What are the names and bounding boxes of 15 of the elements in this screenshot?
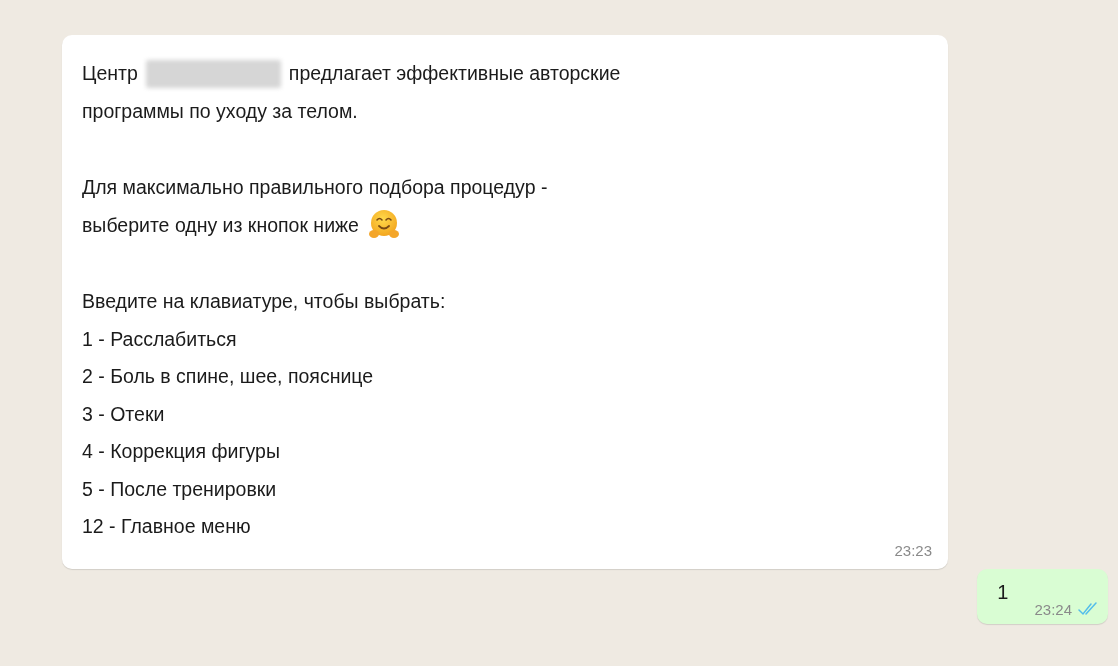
message-text: Центр — [82, 62, 138, 86]
message-text: Для максимально правильного подбора процедур - — [82, 176, 548, 200]
message-time: 23:24 — [1034, 600, 1072, 618]
message-text: программы по уходу за телом. — [82, 99, 358, 123]
message-text: 1 - Расслабиться — [82, 327, 237, 351]
message-text: 12 - Главное меню — [82, 515, 251, 539]
message-text: 1 — [997, 580, 1009, 604]
message-text: 5 - После тренировки — [82, 477, 277, 501]
message-text: выберите одну из кнопок ниже — [82, 213, 359, 237]
message-text: 2 - Боль в спине, шее, пояснице — [82, 365, 374, 389]
message-text: Введите на клавиатуре, чтобы выбрать: — [82, 290, 446, 314]
message-time: 23:23 — [894, 541, 932, 559]
message-text: 3 - Отеки — [82, 402, 165, 426]
message-text: предлагает эффективные авторские — [288, 62, 621, 86]
message-text: 4 - Коррекция фигуры — [82, 440, 280, 464]
